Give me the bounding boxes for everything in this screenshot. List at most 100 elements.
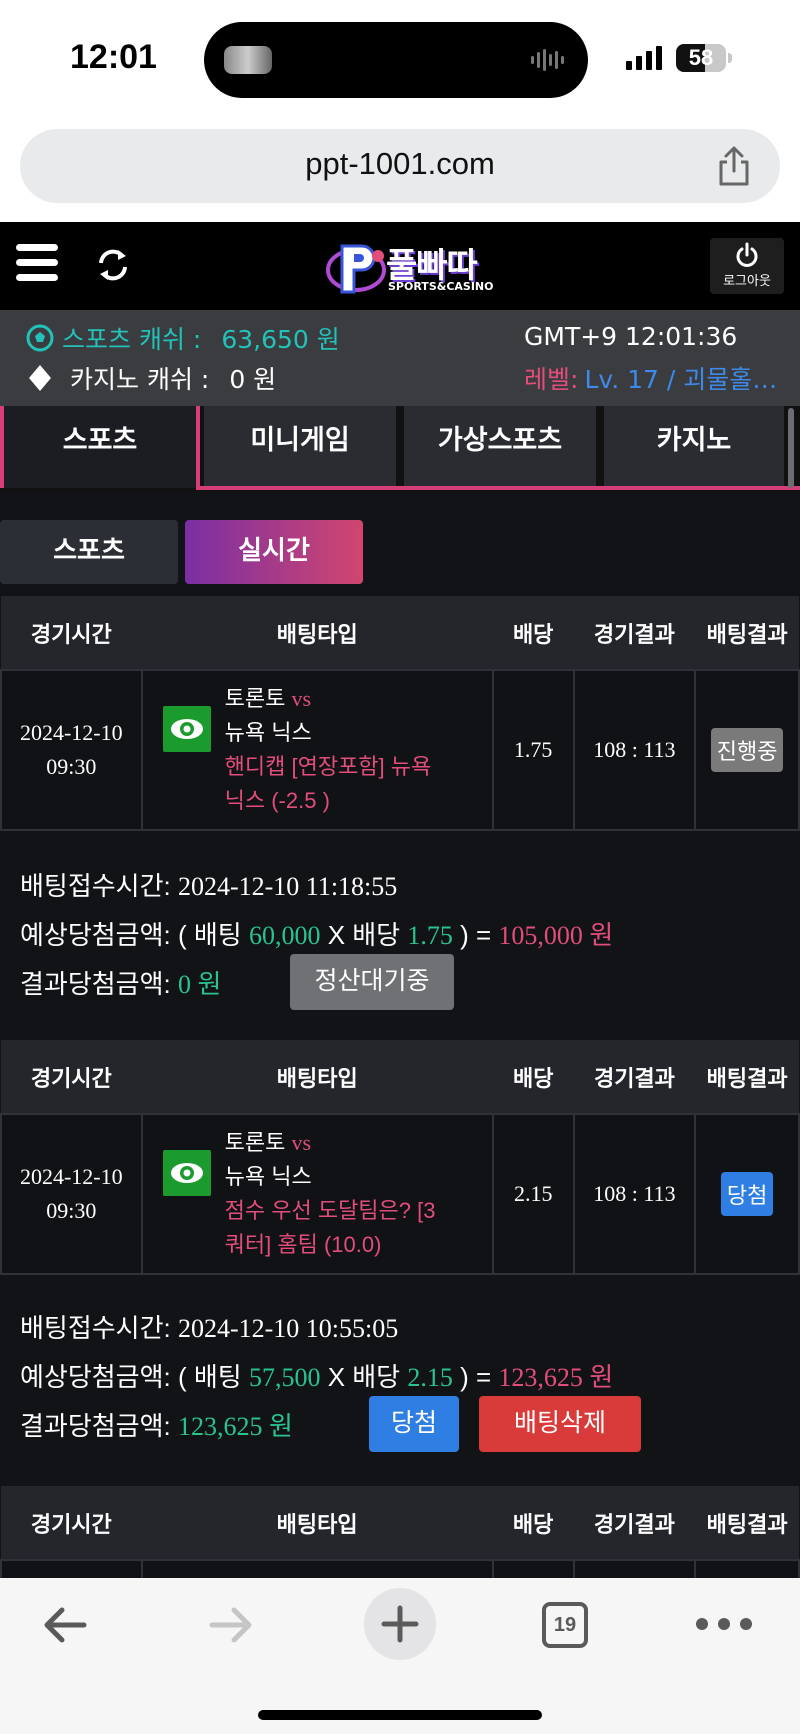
new-tab-button[interactable] (364, 1588, 436, 1660)
status-badge: 당첨 (720, 1172, 774, 1216)
match-date: 2024-12-10 (19, 1164, 123, 1189)
bet-selection: 점수 우선 도달팀은? [3 (224, 1198, 436, 1223)
expected-open: ( 배팅 (177, 920, 242, 950)
expected-close: ) = (460, 920, 492, 950)
refresh-icon[interactable] (94, 242, 132, 288)
dynamic-island (204, 22, 588, 98)
status-badge: 진행중 (710, 728, 784, 772)
bet-table-1: 경기시간 배팅타입 배당 경기결과 배팅결과 2024-12-10 09:30 (0, 596, 800, 831)
score-value: 108 : 113 (572, 1113, 697, 1275)
expected-open: ( 배팅 (177, 1362, 242, 1392)
col-match-result: 경기결과 (573, 596, 696, 670)
col-bet-result: 배팅결과 (695, 1486, 799, 1560)
tab-minigame[interactable]: 미니게임 (204, 406, 396, 488)
sports-cash-value: 63,650 원 (221, 325, 340, 354)
power-icon (736, 242, 758, 267)
col-odds: 배당 (492, 1040, 574, 1114)
delete-bet-button[interactable]: 배팅삭제 (479, 1396, 641, 1452)
table-header-row: 경기시간 배팅타입 배당 경기결과 배팅결과 (1, 596, 799, 670)
col-bet-type: 배팅타입 (141, 1486, 493, 1560)
home-team: 토론토 (224, 686, 286, 711)
account-summary: 스포츠 캐쉬 : 63,650 원 카지노 캐쉬 : 0 원 GMT+9 12:… (0, 310, 800, 406)
battery-tip (728, 53, 732, 63)
col-bet-type: 배팅타입 (141, 596, 493, 670)
status-time: 12:01 (70, 38, 157, 76)
tab-virtual-sports[interactable]: 가상스포츠 (404, 406, 596, 488)
eye-icon[interactable] (162, 706, 211, 752)
logout-label: 로그아웃 (723, 274, 771, 289)
tab-divider (196, 406, 200, 488)
stake-amount: 60,000 (248, 921, 321, 950)
vs-label: vs (291, 1130, 312, 1155)
stake-amount: 57,500 (248, 1363, 321, 1392)
bet-table-3: 경기시간 배팅타입 배당 경기결과 배팅결과 (0, 1486, 800, 1578)
odds-amount: 1.75 (407, 921, 453, 950)
received-time: 2024-12-10 11:18:55 (177, 872, 398, 901)
browser-address-area: ppt-1001.com (0, 118, 800, 222)
pending-settlement-button[interactable]: 정산대기중 (290, 954, 454, 1010)
col-match-time: 경기시간 (1, 1486, 142, 1560)
diamond-icon (29, 365, 51, 391)
share-icon[interactable] (714, 145, 754, 187)
expected-win: 105,000 원 (498, 921, 614, 950)
table-row: 2024-12-10 09:30 토론토 vs 뉴욕 닉스 핸디캡 [연장포함]… (0, 669, 800, 831)
subtab-live[interactable]: 실시간 (185, 520, 363, 584)
home-team: 토론토 (224, 1130, 286, 1155)
bet-result-cell: 당첨 (694, 1113, 800, 1275)
forward-arrow-icon[interactable] (206, 1602, 256, 1648)
tab-count-button[interactable]: 19 (542, 1602, 588, 1648)
tabs-scrollbar[interactable] (788, 408, 794, 488)
received-time: 2024-12-10 10:55:05 (177, 1314, 399, 1343)
logo-subtitle: SPORTS&CASINO (388, 280, 494, 293)
result-label: 결과당첨금액: (20, 1411, 171, 1441)
col-match-time: 경기시간 (1, 1040, 142, 1114)
soccer-ball-icon (26, 324, 54, 352)
received-label: 배팅접수시간: (20, 1313, 171, 1343)
site-logo[interactable]: 풀빠따 SPORTS&CASINO (326, 236, 502, 298)
x-odds-label: X 배당 (327, 1362, 401, 1392)
casino-cash-label: 카지노 캐쉬 : (70, 365, 210, 394)
plus-icon (381, 1605, 419, 1643)
tab-casino[interactable]: 카지노 (604, 406, 784, 488)
url-text[interactable]: ppt-1001.com (20, 146, 780, 182)
match-date: 2024-12-10 (19, 720, 123, 745)
casino-cash-value: 0 원 (229, 365, 277, 394)
main-tabs: 스포츠 미니게임 가상스포츠 카지노 (0, 406, 800, 492)
col-odds: 배당 (492, 1486, 574, 1560)
sports-cash-label: 스포츠 캐쉬 : (62, 325, 202, 354)
bet-result-cell: 진행중 (694, 669, 800, 831)
logout-button[interactable]: 로그아웃 (710, 238, 784, 294)
odds-amount: 2.15 (407, 1363, 453, 1392)
subtab-sports[interactable]: 스포츠 (0, 520, 178, 584)
tab-underline (196, 486, 800, 490)
expected-label: 예상당첨금액: (20, 1362, 171, 1392)
more-icon[interactable] (696, 1618, 752, 1630)
match-time-cell: 2024-12-10 09:30 (0, 669, 143, 831)
x-odds-label: X 배당 (327, 920, 401, 950)
match-time: 09:30 (46, 1198, 97, 1223)
col-match-time: 경기시간 (1, 596, 142, 670)
table-header-row: 경기시간 배팅타입 배당 경기결과 배팅결과 (1, 1040, 799, 1114)
col-bet-result: 배팅결과 (695, 1040, 799, 1114)
expected-win: 123,625 원 (498, 1363, 614, 1392)
tab-sports[interactable]: 스포츠 (0, 406, 196, 488)
expected-label: 예상당첨금액: (20, 920, 171, 950)
result-label: 결과당첨금액: (20, 969, 171, 999)
away-team: 뉴욕 닉스 (224, 720, 312, 745)
hamburger-icon[interactable] (16, 244, 58, 284)
table-row: 2024-12-10 09:30 토론토 vs 뉴욕 닉스 점수 우선 도달팀은… (0, 1113, 800, 1275)
col-match-result: 경기결과 (573, 1486, 696, 1560)
col-match-result: 경기결과 (573, 1040, 696, 1114)
col-odds: 배당 (492, 596, 574, 670)
level-label: 레벨: (524, 365, 579, 394)
eye-icon[interactable] (162, 1150, 211, 1196)
col-bet-result: 배팅결과 (695, 596, 799, 670)
browser-toolbar: 19 (0, 1578, 800, 1734)
win-button[interactable]: 당첨 (369, 1396, 459, 1452)
address-bar[interactable]: ppt-1001.com (20, 129, 780, 203)
home-indicator[interactable] (258, 1710, 542, 1720)
received-label: 배팅접수시간: (20, 871, 171, 901)
back-arrow-icon[interactable] (40, 1602, 90, 1648)
bet-table-2: 경기시간 배팅타입 배당 경기결과 배팅결과 2024-12-10 09:30 (0, 1040, 800, 1275)
bet-type-cell: 토론토 vs 뉴욕 닉스 핸디캡 [연장포함] 뉴욕 닉스 (-2.5 ) (140, 669, 494, 831)
